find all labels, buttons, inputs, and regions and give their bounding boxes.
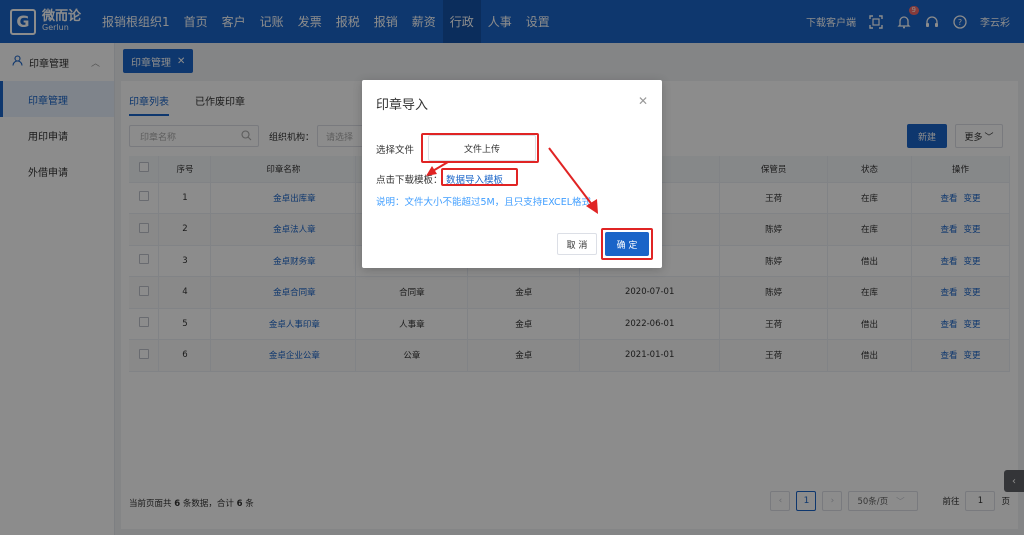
cancel-button[interactable]: 取 消 [557, 233, 597, 255]
file-select-label: 选择文件 [376, 145, 415, 156]
import-note: 说明：文件大小不能超过5M，且只支持EXCEL格式 [376, 197, 591, 208]
highlight-template [441, 168, 518, 186]
dialog-title: 印章导入 [376, 98, 429, 113]
close-icon[interactable]: ✕ [638, 94, 648, 108]
highlight-confirm [601, 228, 653, 260]
template-download-label: 点击下载模板： [376, 175, 443, 186]
highlight-upload [421, 133, 539, 163]
